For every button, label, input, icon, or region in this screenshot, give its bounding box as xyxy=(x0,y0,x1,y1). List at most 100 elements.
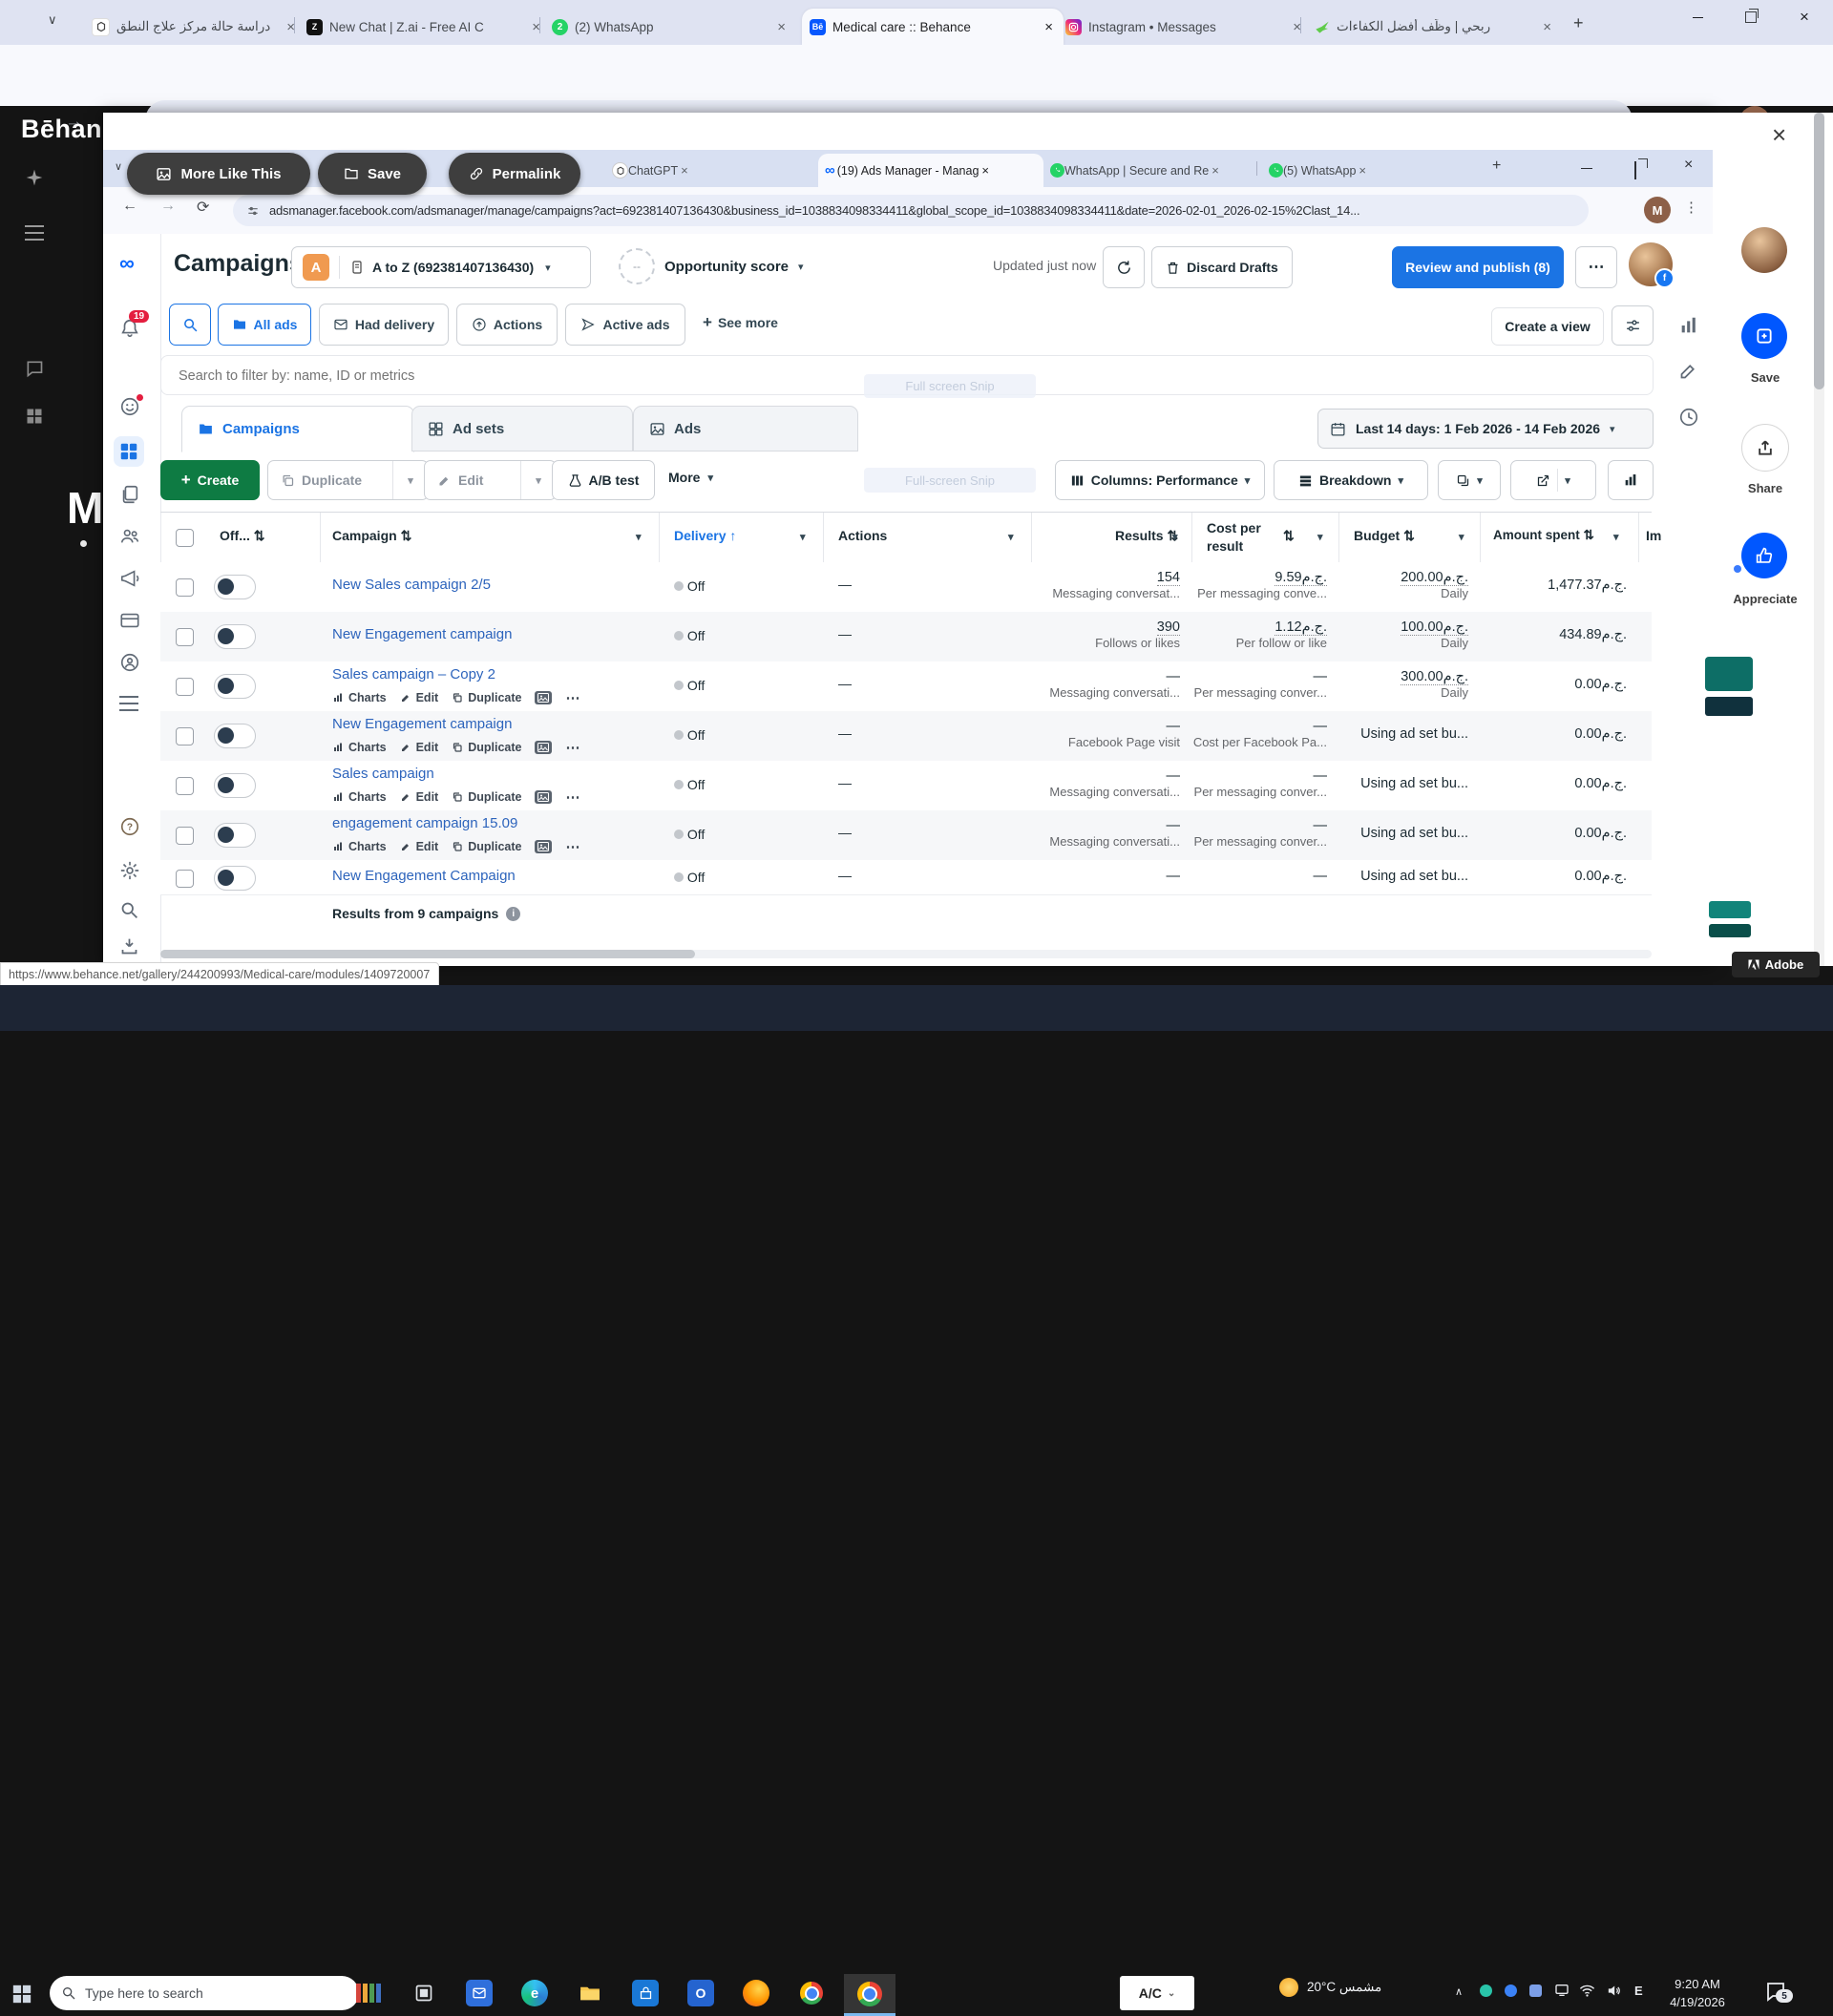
delivery-filter-caret[interactable]: ▾ xyxy=(800,531,806,543)
campaign-toggle[interactable] xyxy=(214,773,256,798)
campaign-link[interactable]: Sales campaign xyxy=(332,766,434,782)
window-minimize-button[interactable] xyxy=(1673,0,1722,34)
browser-tab-arabic-jobs[interactable]: ربحي | وظّف أفضل الكفاءات × xyxy=(1306,9,1562,45)
taskbar-chrome-icon[interactable] xyxy=(798,1980,825,2006)
col-off[interactable]: Off... ⇅ xyxy=(220,528,265,544)
sparkle-icon[interactable] xyxy=(25,168,44,187)
taskbar-explorer-icon[interactable] xyxy=(577,1980,603,2006)
appreciate-action-button[interactable] xyxy=(1741,533,1787,578)
tab-close-icon[interactable]: × xyxy=(774,20,789,34)
table-row[interactable]: Sales campaign – Copy 2 Charts Edit Dupl… xyxy=(160,662,1652,712)
budget-value[interactable]: 100.00ج.م. xyxy=(1401,620,1468,636)
campaign-link[interactable]: engagement campaign 15.09 xyxy=(332,815,517,831)
results-value[interactable]: 154 xyxy=(1157,570,1180,586)
tray-app-icon[interactable] xyxy=(1480,1984,1492,2000)
menu-icon[interactable] xyxy=(25,225,44,241)
horizontal-scrollbar[interactable] xyxy=(160,950,1652,958)
taskbar-outlook-icon[interactable]: O xyxy=(687,1980,714,2006)
row-checkbox[interactable] xyxy=(176,578,194,597)
tray-app-icon[interactable] xyxy=(1529,1984,1542,2000)
table-row[interactable]: New Engagement campaign Off — 390Follows… xyxy=(160,612,1652,662)
taskbar-ac-button[interactable]: A/C⌄ xyxy=(1120,1976,1194,2010)
col-campaign[interactable]: Campaign ⇅ xyxy=(332,528,411,544)
grid-icon[interactable] xyxy=(25,407,44,426)
campaign-toggle[interactable] xyxy=(214,866,256,891)
taskbar-chrome-active[interactable] xyxy=(844,1974,895,2016)
table-row[interactable]: Sales campaign Charts Edit Duplicate ⋯ O… xyxy=(160,761,1652,811)
tray-display-icon[interactable] xyxy=(1554,1983,1570,1998)
campaign-link[interactable]: New Engagement campaign xyxy=(332,626,512,642)
row-more-icon[interactable]: ⋯ xyxy=(565,788,580,806)
preview-image-icon[interactable] xyxy=(535,741,552,754)
browser-tab-chatgpt-arabic[interactable]: دراسة حالة مركز علاج النطق × xyxy=(84,9,306,45)
taskbar-firefox-icon[interactable] xyxy=(743,1980,769,2006)
campaign-toggle[interactable] xyxy=(214,575,256,599)
save-action-button[interactable] xyxy=(1741,313,1787,359)
campaign-link[interactable]: New Engagement Campaign xyxy=(332,868,516,884)
volume-icon[interactable] xyxy=(1606,1983,1622,1999)
campaign-filter-caret[interactable]: ▾ xyxy=(636,531,642,543)
taskbar-search[interactable]: Type here to search xyxy=(50,1976,359,2010)
window-close-button[interactable]: × xyxy=(1780,0,1829,34)
cost-value[interactable]: 1.12ج.م. xyxy=(1275,620,1327,636)
comment-icon[interactable] xyxy=(25,359,44,378)
cost-value[interactable]: 9.59ج.م. xyxy=(1275,570,1327,586)
more-like-this-button[interactable]: More Like This xyxy=(127,153,310,195)
row-more-icon[interactable]: ⋯ xyxy=(565,838,580,855)
wifi-icon[interactable] xyxy=(1579,1983,1595,1999)
row-checkbox[interactable] xyxy=(176,727,194,746)
table-row[interactable]: engagement campaign 15.09 Charts Edit Du… xyxy=(160,810,1652,861)
taskbar-clock[interactable]: 9:20 AM 4/19/2026 xyxy=(1657,1976,1738,2012)
col-delivery[interactable]: Delivery ↑ xyxy=(674,528,736,543)
notification-center-icon[interactable]: 5 xyxy=(1764,1980,1787,2003)
browser-tab-instagram[interactable]: Instagram • Messages × xyxy=(1058,9,1312,45)
save-project-button[interactable]: Save xyxy=(318,153,427,195)
row-checkbox[interactable] xyxy=(176,628,194,646)
preview-image-icon[interactable] xyxy=(535,790,552,804)
row-more-icon[interactable]: ⋯ xyxy=(565,739,580,756)
behance-logo[interactable]: Bēhan xyxy=(21,115,102,144)
row-hover-actions[interactable]: Charts Edit Duplicate ⋯ xyxy=(332,838,580,855)
tray-expand-icon[interactable]: ∧ xyxy=(1455,1985,1463,1998)
taskbar-taskview-icon[interactable] xyxy=(411,1980,437,2006)
amount-filter-caret[interactable]: ▾ xyxy=(1613,531,1619,543)
campaign-link[interactable]: Sales campaign – Copy 2 xyxy=(332,666,495,682)
tab-close-icon[interactable]: × xyxy=(1290,20,1304,34)
taskbar-library-icon[interactable] xyxy=(355,1980,382,2006)
campaign-toggle[interactable] xyxy=(214,724,256,748)
row-hover-actions[interactable]: Charts Edit Duplicate ⋯ xyxy=(332,739,580,756)
row-checkbox[interactable] xyxy=(176,777,194,795)
taskbar-store-icon[interactable] xyxy=(632,1980,659,2006)
row-checkbox[interactable] xyxy=(176,678,194,696)
table-row[interactable]: New Engagement Campaign Off — — — Using … xyxy=(160,860,1652,895)
col-budget[interactable]: Budget ⇅ xyxy=(1354,528,1415,544)
results-filter-caret[interactable]: ▾ xyxy=(1172,531,1178,543)
row-checkbox[interactable] xyxy=(176,827,194,845)
share-action-button[interactable] xyxy=(1741,424,1789,472)
col-cost-per-result[interactable]: Cost perresult xyxy=(1207,519,1261,556)
browser-tab-behance-active[interactable]: Bē Medical care :: Behance × xyxy=(802,9,1064,45)
budget-value[interactable]: 300.00ج.م. xyxy=(1401,669,1468,685)
browser-tab-whatsapp[interactable]: 2 (2) WhatsApp × xyxy=(544,9,796,45)
preview-image-icon[interactable] xyxy=(535,840,552,853)
budget-filter-caret[interactable]: ▾ xyxy=(1459,531,1464,543)
taskbar-mail-icon[interactable] xyxy=(466,1980,493,2006)
taskbar-weather[interactable]: 20°C مشمس xyxy=(1279,1978,1381,1997)
results-value[interactable]: 390 xyxy=(1157,620,1180,636)
new-tab-button[interactable]: + xyxy=(1573,13,1584,33)
start-button[interactable] xyxy=(11,1984,32,2005)
permalink-button[interactable]: Permalink xyxy=(449,153,580,195)
col-actions[interactable]: Actions xyxy=(838,528,887,543)
row-hover-actions[interactable]: Charts Edit Duplicate ⋯ xyxy=(332,689,580,706)
actions-filter-caret[interactable]: ▾ xyxy=(1008,531,1014,543)
tab-close-icon[interactable]: × xyxy=(1042,20,1056,34)
language-indicator[interactable]: E xyxy=(1634,1984,1643,1998)
tray-app-icon[interactable] xyxy=(1505,1984,1517,2000)
select-all-checkbox[interactable] xyxy=(176,529,194,547)
tab-close-icon[interactable]: × xyxy=(529,20,543,34)
taskbar-edge-icon[interactable]: e xyxy=(521,1980,548,2006)
row-hover-actions[interactable]: Charts Edit Duplicate ⋯ xyxy=(332,788,580,806)
row-checkbox[interactable] xyxy=(176,870,194,888)
campaign-toggle[interactable] xyxy=(214,823,256,848)
campaign-toggle[interactable] xyxy=(214,624,256,649)
